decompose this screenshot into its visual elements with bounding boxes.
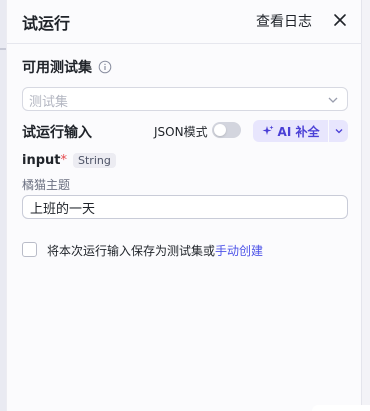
save-test-set-text: 将本次运行输入保存为测试集或 <box>47 244 216 258</box>
param-header: input* String <box>22 153 116 168</box>
close-button[interactable] <box>330 10 350 30</box>
test-run-panel: 试运行 查看日志 可用测试集 测试集 试运行输入 JSON模式 AI 补全 in… <box>6 0 363 411</box>
sparkle-icon <box>262 125 274 135</box>
panel-title: 试运行 <box>22 14 71 33</box>
json-mode-label: JSON模式 <box>154 125 208 139</box>
background-canvas-right <box>362 0 370 411</box>
test-set-select[interactable]: 测试集 <box>22 87 348 111</box>
ai-complete-dropdown[interactable] <box>329 120 348 142</box>
test-set-label: 可用测试集 <box>22 60 92 76</box>
json-mode-toggle[interactable] <box>212 122 241 138</box>
type-badge: String <box>73 153 116 168</box>
ai-complete-button[interactable]: AI 补全 <box>253 120 328 142</box>
bottom-card-edge <box>312 405 370 411</box>
view-logs-button[interactable]: 查看日志 <box>256 11 312 31</box>
manual-create-link[interactable]: 手动创建 <box>215 244 263 258</box>
param-name: input* <box>22 153 67 168</box>
test-set-placeholder: 测试集 <box>29 95 69 110</box>
save-as-test-set-row: 将本次运行输入保存为测试集或手动创建 <box>22 240 263 259</box>
save-test-set-checkbox[interactable] <box>22 242 37 257</box>
chevron-down-icon <box>327 94 339 106</box>
chevron-down-icon <box>335 129 342 134</box>
required-mark: * <box>60 153 68 168</box>
close-icon <box>334 14 346 26</box>
param-value-input[interactable] <box>22 195 348 219</box>
toggle-knob <box>214 124 226 136</box>
panel-header: 试运行 查看日志 <box>7 0 363 44</box>
ai-complete-label: AI 补全 <box>277 124 320 139</box>
run-input-label: 试运行输入 <box>22 125 92 141</box>
param-description: 橘猫主题 <box>22 178 71 192</box>
test-set-section: 可用测试集 <box>22 57 112 77</box>
info-icon[interactable] <box>98 60 112 74</box>
